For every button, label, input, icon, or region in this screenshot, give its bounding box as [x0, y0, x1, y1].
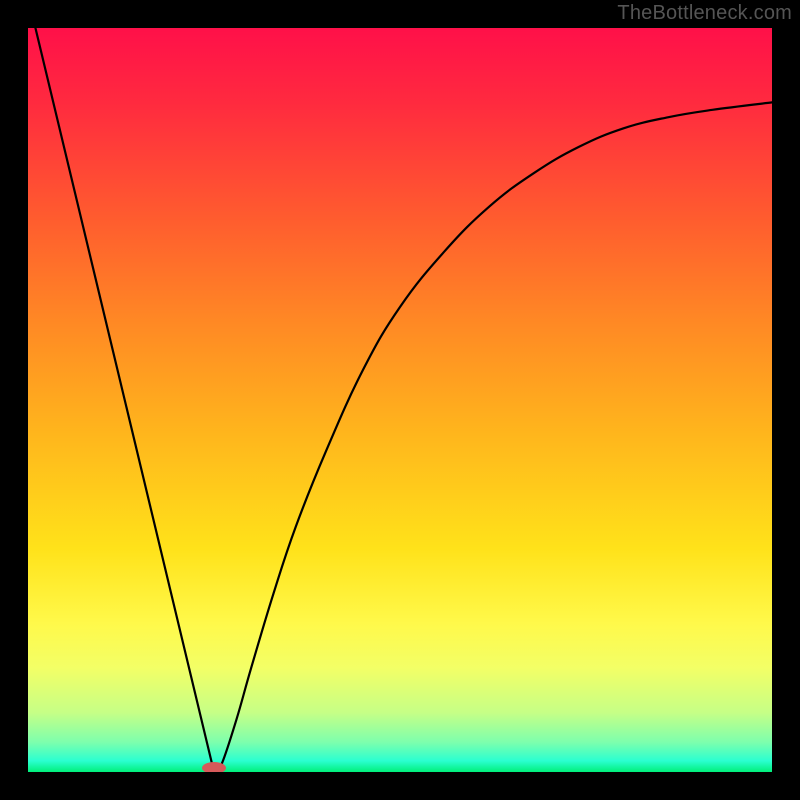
watermark-text: TheBottleneck.com	[617, 2, 792, 25]
gradient-background	[28, 28, 772, 772]
chart-frame: TheBottleneck.com	[0, 0, 800, 800]
bottleneck-chart	[28, 28, 772, 772]
plot-area	[28, 28, 772, 772]
